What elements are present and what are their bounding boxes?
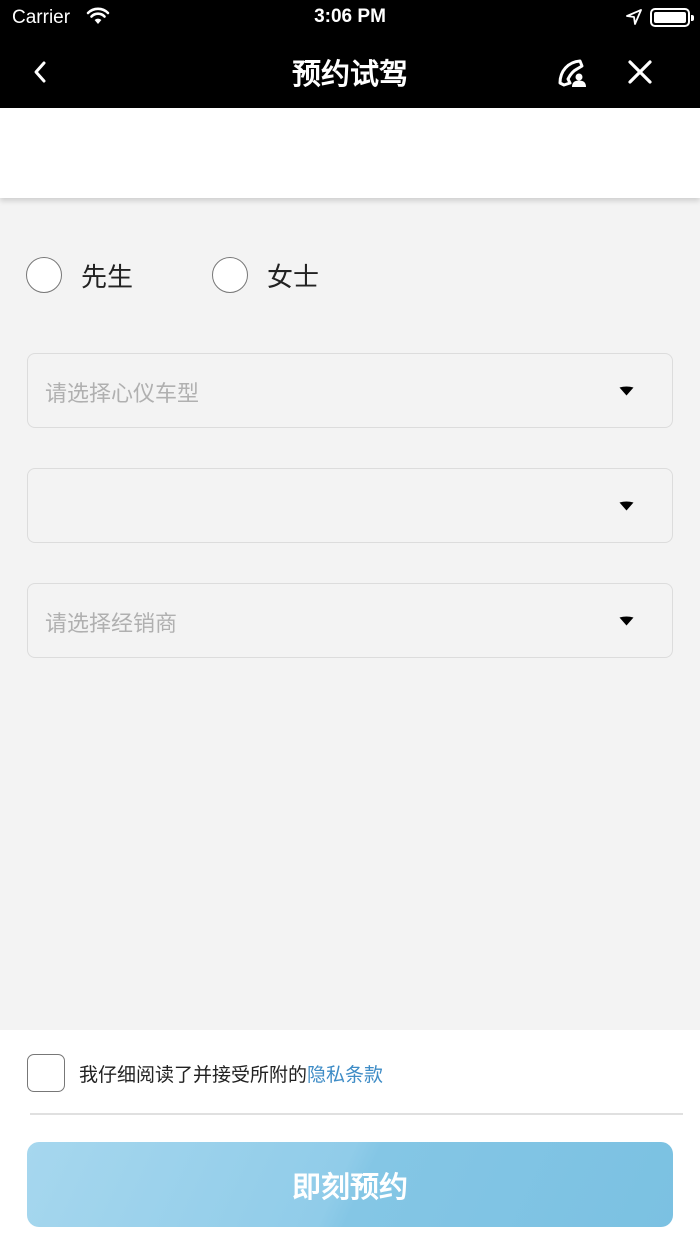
agree-text: 我仔细阅读了并接受所附的隐私条款 bbox=[79, 1060, 383, 1087]
nav-bar: 预约试驾 bbox=[0, 36, 700, 108]
caret-down-icon bbox=[619, 616, 634, 626]
gender-option-ms[interactable]: 女士 bbox=[212, 257, 319, 293]
dealer-select[interactable]: 请选择经销商 bbox=[27, 583, 673, 658]
close-button[interactable] bbox=[620, 52, 660, 92]
close-icon bbox=[628, 60, 652, 84]
caret-down-icon bbox=[619, 386, 634, 396]
agree-label: 我仔细阅读了并接受所附的 bbox=[79, 1064, 308, 1086]
gender-option-mr[interactable]: 先生 bbox=[26, 257, 133, 293]
car-model-select[interactable]: 请选择心仪车型 bbox=[27, 353, 673, 428]
header-banner bbox=[0, 108, 700, 198]
gender-label-mr: 先生 bbox=[81, 262, 134, 293]
gender-label-ms: 女士 bbox=[267, 262, 320, 293]
page-title: 预约试驾 bbox=[291, 57, 408, 91]
radio-mr[interactable] bbox=[26, 257, 62, 293]
car-model-placeholder: 请选择心仪车型 bbox=[45, 382, 200, 407]
caret-down-icon bbox=[619, 501, 634, 511]
status-bar: Carrier 3:06 PM bbox=[0, 0, 700, 36]
location-arrow-icon bbox=[626, 9, 642, 29]
footer-divider bbox=[30, 1113, 683, 1115]
phone-support-icon bbox=[558, 59, 586, 87]
agree-checkbox[interactable] bbox=[27, 1054, 65, 1092]
call-button[interactable] bbox=[552, 52, 592, 92]
privacy-policy-link[interactable]: 隐私条款 bbox=[307, 1064, 383, 1086]
city-select[interactable] bbox=[27, 468, 673, 543]
status-time: 3:06 PM bbox=[314, 6, 386, 27]
dealer-placeholder: 请选择经销商 bbox=[45, 612, 178, 637]
battery-icon bbox=[650, 8, 694, 27]
radio-ms[interactable] bbox=[212, 257, 248, 293]
footer: 我仔细阅读了并接受所附的隐私条款 即刻预约 bbox=[0, 1030, 700, 1244]
submit-button[interactable]: 即刻预约 bbox=[27, 1142, 673, 1227]
